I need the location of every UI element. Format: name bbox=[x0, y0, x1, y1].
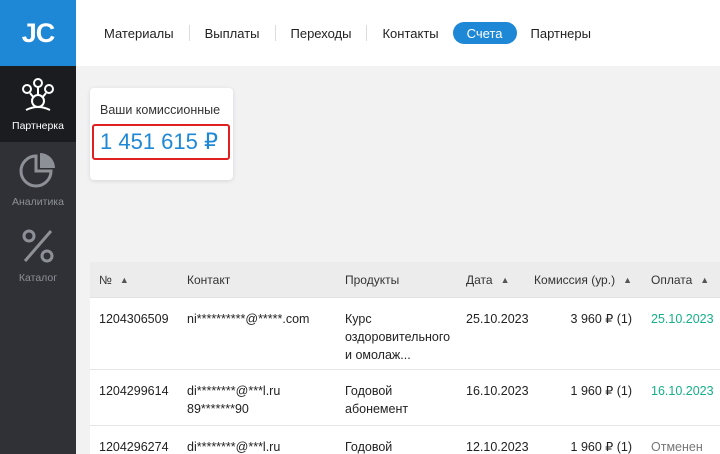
cell-id: 1204299614 bbox=[99, 384, 169, 398]
sidebar-item-partners[interactable]: Партнерка bbox=[0, 66, 76, 142]
sidebar-item-analytics[interactable]: Аналитика bbox=[0, 142, 76, 218]
header-payment[interactable]: Оплата ▲ bbox=[642, 273, 720, 287]
commission-card: Ваши комиссионные 1 451 615 ₽ bbox=[90, 88, 233, 180]
tab-payouts[interactable]: Выплаты bbox=[197, 22, 268, 44]
tab-invoices[interactable]: Счета bbox=[452, 22, 517, 44]
cell-product: Годовой bbox=[345, 440, 393, 454]
cell-date: 12.10.2023 bbox=[466, 440, 529, 454]
cell-commission: 3 960 ₽ (1) bbox=[570, 312, 632, 326]
app-logo[interactable]: JC bbox=[0, 0, 76, 66]
sidebar-item-label: Аналитика bbox=[12, 196, 64, 208]
sort-up-icon[interactable]: ▲ bbox=[700, 275, 709, 285]
sort-up-icon[interactable]: ▲ bbox=[120, 275, 129, 285]
invoices-table: № ▲ Контакт Продукты Дата ▲ Комиссия (ур.)… bbox=[90, 262, 720, 454]
cell-date: 25.10.2023 bbox=[466, 312, 529, 326]
tab-divider bbox=[274, 25, 276, 41]
table-row[interactable]: 1204296274 di********@***l.ru Годовой 12… bbox=[90, 426, 720, 454]
cell-payment: 16.10.2023 bbox=[651, 384, 714, 398]
tab-divider bbox=[366, 25, 368, 41]
tab-contacts[interactable]: Контакты bbox=[374, 22, 446, 44]
tab-partners[interactable]: Партнеры bbox=[523, 22, 599, 44]
tab-divider bbox=[188, 25, 190, 41]
cell-commission: 1 960 ₽ (1) bbox=[570, 440, 632, 454]
pie-chart-icon bbox=[19, 153, 55, 188]
commission-value: 1 451 615 ₽ bbox=[92, 124, 230, 160]
cell-commission: 1 960 ₽ (1) bbox=[570, 384, 632, 398]
cell-date: 16.10.2023 bbox=[466, 384, 529, 398]
percent-icon bbox=[22, 229, 54, 263]
cell-contact: di********@***l.ru 89*******90 bbox=[187, 384, 281, 416]
commission-label: Ваши комиссионные bbox=[100, 103, 221, 117]
table-header: № ▲ Контакт Продукты Дата ▲ Комиссия (ур.)… bbox=[90, 262, 720, 298]
partners-icon bbox=[22, 78, 54, 111]
header-date[interactable]: Дата ▲ bbox=[457, 273, 530, 287]
header-products: Продукты bbox=[345, 272, 400, 287]
cell-id: 1204306509 bbox=[99, 312, 169, 326]
header-number[interactable]: № ▲ bbox=[90, 273, 178, 287]
cell-product: Годовой абонемент bbox=[345, 384, 409, 416]
cell-product: Курс оздоровительного и омолаж... bbox=[345, 312, 451, 362]
tab-transitions[interactable]: Переходы bbox=[283, 22, 360, 44]
sidebar-item-label: Партнерка bbox=[12, 120, 64, 132]
cell-contact: di********@***l.ru bbox=[187, 440, 281, 454]
sidebar: JC Партнерка Аналитика Каталог bbox=[0, 0, 76, 454]
cell-id: 1204296274 bbox=[99, 440, 169, 454]
table-row[interactable]: 1204306509 ni**********@*****.com Курс о… bbox=[90, 298, 720, 370]
top-nav: Материалы Выплаты Переходы Контакты Счет… bbox=[76, 0, 720, 66]
sidebar-item-catalog[interactable]: Каталог bbox=[0, 218, 76, 294]
sidebar-item-label: Каталог bbox=[18, 272, 58, 284]
table-row[interactable]: 1204299614 di********@***l.ru 89*******9… bbox=[90, 370, 720, 426]
header-contact: Контакт bbox=[187, 272, 231, 287]
sort-up-icon[interactable]: ▲ bbox=[501, 275, 510, 285]
cell-contact: ni**********@*****.com bbox=[187, 312, 310, 326]
sort-up-icon[interactable]: ▲ bbox=[623, 275, 632, 285]
cell-payment: Отменен bbox=[651, 440, 703, 454]
cell-payment: 25.10.2023 bbox=[651, 312, 714, 326]
header-commission[interactable]: Комиссия (ур.) ▲ bbox=[530, 273, 642, 287]
tab-materials[interactable]: Материалы bbox=[96, 22, 182, 44]
